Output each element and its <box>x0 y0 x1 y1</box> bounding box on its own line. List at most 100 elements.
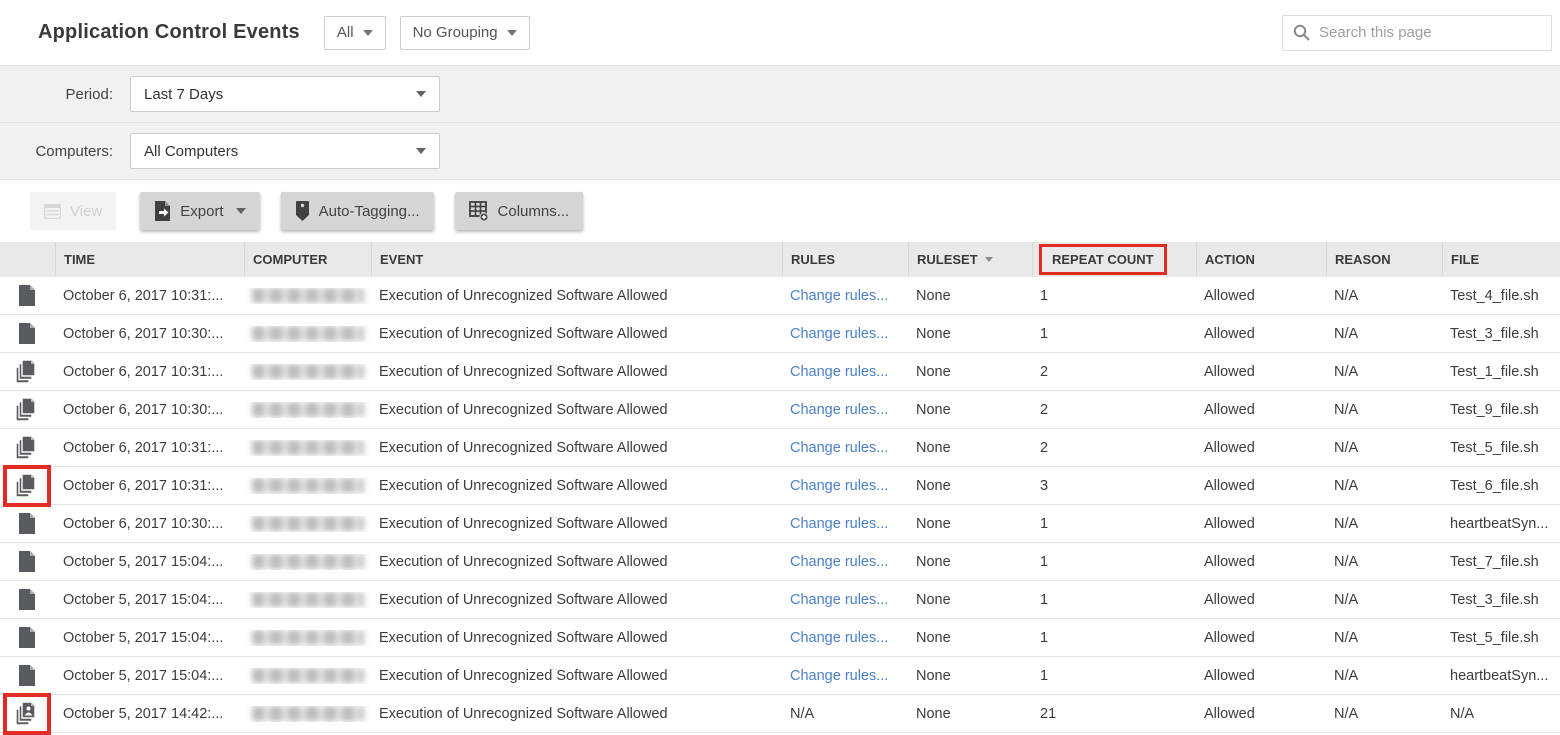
cell-reason: N/A <box>1326 364 1442 380</box>
cell-reason: N/A <box>1326 288 1442 304</box>
change-rules-link[interactable]: Change rules... <box>790 554 888 570</box>
header-event[interactable]: EVENT <box>371 242 782 277</box>
table-row[interactable]: October 6, 2017 10:31:... Execution of U… <box>0 429 1560 467</box>
view-button[interactable]: View <box>30 192 116 230</box>
header-time[interactable]: TIME <box>55 242 244 277</box>
period-filter-row: Period: Last 7 Days <box>0 66 1560 123</box>
cell-action: Allowed <box>1196 288 1326 304</box>
page-title: Application Control Events <box>38 21 300 44</box>
auto-tagging-button[interactable]: Auto-Tagging... <box>281 192 434 230</box>
change-rules-link[interactable]: Change rules... <box>790 440 888 456</box>
header-computer[interactable]: COMPUTER <box>244 242 371 277</box>
cell-event: Execution of Unrecognized Software Allow… <box>371 554 782 570</box>
table-row[interactable]: October 6, 2017 10:30:... Execution of U… <box>0 391 1560 429</box>
change-rules-link[interactable]: Change rules... <box>790 592 888 608</box>
table-row[interactable]: October 6, 2017 10:31:... Execution of U… <box>0 277 1560 315</box>
table-row[interactable]: October 5, 2017 15:04:... Execution of U… <box>0 581 1560 619</box>
change-rules-link[interactable]: Change rules... <box>790 364 888 380</box>
cell-repeat-count: 2 <box>1032 440 1196 456</box>
header-file[interactable]: FILE <box>1442 242 1560 277</box>
auto-tagging-button-label: Auto-Tagging... <box>319 203 420 220</box>
change-rules-link[interactable]: Change rules... <box>790 402 888 418</box>
document-icon <box>3 541 51 583</box>
change-rules-link[interactable]: Change rules... <box>790 668 888 684</box>
cell-time: October 6, 2017 10:30:... <box>55 516 244 532</box>
table-row[interactable]: October 6, 2017 10:31:... Execution of U… <box>0 353 1560 391</box>
cell-rules: Change rules... <box>782 402 908 418</box>
header-reason[interactable]: REASON <box>1326 242 1442 277</box>
cell-reason: N/A <box>1326 516 1442 532</box>
cell-file: heartbeatSyn... <box>1442 516 1560 532</box>
cell-event: Execution of Unrecognized Software Allow… <box>371 364 782 380</box>
columns-button[interactable]: Columns... <box>455 192 584 230</box>
cell-ruleset: None <box>908 706 1032 722</box>
cell-file: Test_4_file.sh <box>1442 288 1560 304</box>
cell-repeat-count: 1 <box>1032 630 1196 646</box>
cell-reason: N/A <box>1326 630 1442 646</box>
redacted-computer-name <box>252 516 364 531</box>
redacted-computer-name <box>252 288 364 303</box>
cell-computer <box>244 440 371 456</box>
header-ruleset[interactable]: RULESET <box>908 242 1032 277</box>
tag-icon <box>295 201 310 221</box>
sort-caret-icon <box>985 257 993 262</box>
cell-action: Allowed <box>1196 706 1326 722</box>
redacted-computer-name <box>252 630 364 645</box>
cell-event: Execution of Unrecognized Software Allow… <box>371 516 782 532</box>
grouping-dropdown[interactable]: No Grouping <box>400 16 530 50</box>
redacted-computer-name <box>252 554 364 569</box>
table-row[interactable]: October 6, 2017 10:30:... Execution of U… <box>0 315 1560 353</box>
export-button[interactable]: Export <box>140 192 259 230</box>
period-select[interactable]: Last 7 Days <box>130 76 440 112</box>
search-input[interactable] <box>1319 24 1541 41</box>
change-rules-link[interactable]: Change rules... <box>790 288 888 304</box>
change-rules-link[interactable]: Change rules... <box>790 326 888 342</box>
cell-reason: N/A <box>1326 326 1442 342</box>
table-row[interactable]: October 5, 2017 15:04:... Execution of U… <box>0 543 1560 581</box>
table-row[interactable]: October 5, 2017 14:42:... Execution of U… <box>0 695 1560 733</box>
change-rules-link[interactable]: Change rules... <box>790 516 888 532</box>
header-rules[interactable]: RULES <box>782 242 908 277</box>
computers-select[interactable]: All Computers <box>130 133 440 169</box>
cell-icon <box>0 275 55 317</box>
document-icon <box>3 275 51 317</box>
cell-repeat-count: 2 <box>1032 402 1196 418</box>
cell-computer <box>244 516 371 532</box>
table-row[interactable]: October 5, 2017 15:04:... Execution of U… <box>0 657 1560 695</box>
cell-file: Test_1_file.sh <box>1442 364 1560 380</box>
cell-time: October 6, 2017 10:30:... <box>55 326 244 342</box>
change-rules-link[interactable]: Change rules... <box>790 478 888 494</box>
cell-time: October 5, 2017 15:04:... <box>55 630 244 646</box>
cell-computer <box>244 554 371 570</box>
table-row[interactable]: October 5, 2017 15:04:... Execution of U… <box>0 619 1560 657</box>
computers-select-value: All Computers <box>144 143 238 160</box>
cell-time: October 6, 2017 10:30:... <box>55 402 244 418</box>
cell-rules: Change rules... <box>782 516 908 532</box>
change-rules-link[interactable]: Change rules... <box>790 630 888 646</box>
table-row[interactable]: October 6, 2017 10:30:... Execution of U… <box>0 505 1560 543</box>
cell-computer <box>244 326 371 342</box>
cell-event: Execution of Unrecognized Software Allow… <box>371 402 782 418</box>
cell-reason: N/A <box>1326 706 1442 722</box>
cell-icon <box>0 389 55 431</box>
period-label: Period: <box>0 86 122 103</box>
redacted-computer-name <box>252 478 364 493</box>
cell-action: Allowed <box>1196 326 1326 342</box>
cell-time: October 6, 2017 10:31:... <box>55 364 244 380</box>
search-box[interactable] <box>1282 15 1552 51</box>
cell-ruleset: None <box>908 668 1032 684</box>
scope-dropdown[interactable]: All <box>324 16 386 50</box>
cell-event: Execution of Unrecognized Software Allow… <box>371 440 782 456</box>
scope-dropdown-value: All <box>337 24 354 41</box>
cell-repeat-count: 1 <box>1032 516 1196 532</box>
header-repeat-count[interactable]: REPEAT COUNT <box>1032 242 1196 277</box>
table-row[interactable]: October 6, 2017 10:31:... Execution of U… <box>0 467 1560 505</box>
document-icon <box>3 579 51 621</box>
cell-rules: N/A <box>782 706 908 722</box>
cell-repeat-count: 2 <box>1032 364 1196 380</box>
cell-time: October 6, 2017 10:31:... <box>55 478 244 494</box>
header-action[interactable]: ACTION <box>1196 242 1326 277</box>
cell-time: October 5, 2017 15:04:... <box>55 554 244 570</box>
repeat-count-annotation-box: REPEAT COUNT <box>1039 244 1167 275</box>
cell-computer <box>244 668 371 684</box>
